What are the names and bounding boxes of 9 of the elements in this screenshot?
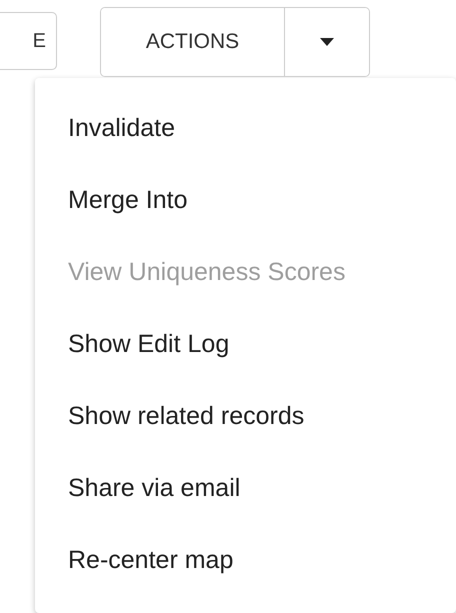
menu-item[interactable]: Show related records — [35, 380, 456, 452]
actions-button[interactable]: ACTIONS — [101, 8, 285, 76]
menu-item[interactable]: Share via email — [35, 452, 456, 524]
menu-item[interactable]: Merge Into — [35, 164, 456, 236]
menu-item[interactable]: Show Edit Log — [35, 308, 456, 380]
toolbar-button[interactable]: E — [0, 12, 57, 70]
menu-item[interactable]: Invalidate — [35, 92, 456, 164]
menu-item[interactable]: Re-center map — [35, 524, 456, 596]
caret-down-icon — [320, 38, 334, 46]
